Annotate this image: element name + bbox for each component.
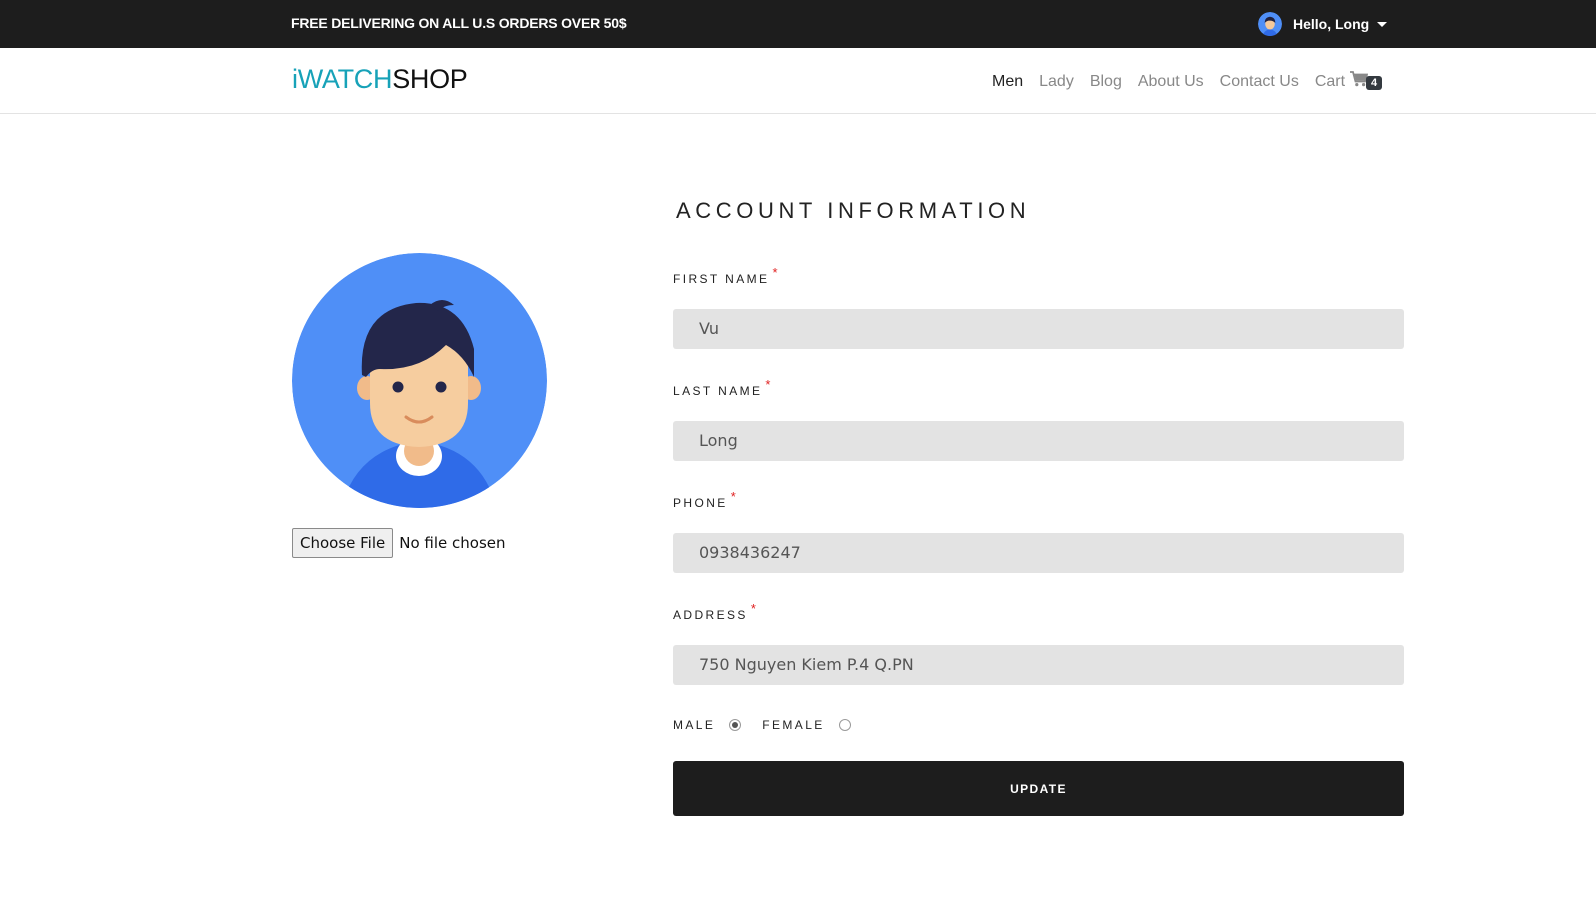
required-mark: *: [750, 601, 756, 616]
first-name-label-text: FIRST NAME: [673, 272, 770, 286]
promo-bar: FREE DELIVERING ON ALL U.S ORDERS OVER 5…: [0, 0, 1596, 48]
required-mark: *: [730, 489, 736, 504]
last-name-label-text: LAST NAME: [673, 384, 763, 398]
nav-links: Men Lady Blog About Us Contact Us Cart 4: [992, 71, 1383, 92]
promo-text: FREE DELIVERING ON ALL U.S ORDERS OVER 5…: [291, 15, 627, 31]
phone-label: PHONE *: [673, 489, 736, 510]
nav-cart-link[interactable]: Cart 4: [1314, 71, 1383, 92]
nav-link-lady[interactable]: Lady: [1039, 73, 1074, 91]
user-greeting: Hello, Long: [1293, 16, 1370, 32]
file-status-text: No file chosen: [399, 534, 506, 552]
first-name-label: FIRST NAME *: [673, 265, 778, 286]
nav-link-contact-us[interactable]: Contact Us: [1220, 73, 1299, 91]
required-mark: *: [772, 265, 778, 280]
address-label-text: ADDRESS: [673, 608, 748, 622]
female-label: FEMALE: [762, 718, 825, 732]
avatar-upload: Choose File No file chosen: [292, 528, 506, 558]
chevron-down-icon: [1377, 22, 1388, 27]
male-label: MALE: [673, 718, 716, 732]
page-title: ACCOUNT INFORMATION: [676, 198, 1031, 223]
male-radio[interactable]: [729, 719, 742, 731]
required-mark: *: [765, 377, 771, 392]
address-label: ADDRESS *: [673, 601, 756, 622]
site-logo[interactable]: iWATCHSHOP: [292, 64, 468, 95]
cart-count-badge: 4: [1366, 76, 1383, 90]
address-input[interactable]: [673, 645, 1404, 685]
nav-link-men[interactable]: Men: [992, 73, 1023, 91]
nav-link-blog[interactable]: Blog: [1090, 73, 1122, 91]
user-menu-dropdown[interactable]: Hello, Long: [1258, 12, 1388, 36]
update-button[interactable]: UPDATE: [673, 761, 1404, 816]
nav-link-about-us[interactable]: About Us: [1138, 73, 1204, 91]
phone-input[interactable]: [673, 533, 1404, 573]
cart-label: Cart: [1314, 72, 1346, 90]
first-name-input[interactable]: [673, 309, 1404, 349]
logo-part-2: SHOP: [392, 64, 468, 94]
female-radio[interactable]: [838, 719, 851, 731]
user-avatar-icon: [1258, 12, 1282, 36]
logo-part-1: iWATCH: [292, 64, 393, 94]
profile-avatar: [292, 253, 547, 508]
last-name-input[interactable]: [673, 421, 1404, 461]
choose-file-button[interactable]: Choose File: [292, 528, 394, 558]
phone-label-text: PHONE: [673, 496, 728, 510]
last-name-label: LAST NAME *: [673, 377, 770, 398]
main-navbar: iWATCHSHOP Men Lady Blog About Us Contac…: [0, 48, 1596, 114]
gender-selector: MALE FEMALE: [673, 718, 851, 732]
